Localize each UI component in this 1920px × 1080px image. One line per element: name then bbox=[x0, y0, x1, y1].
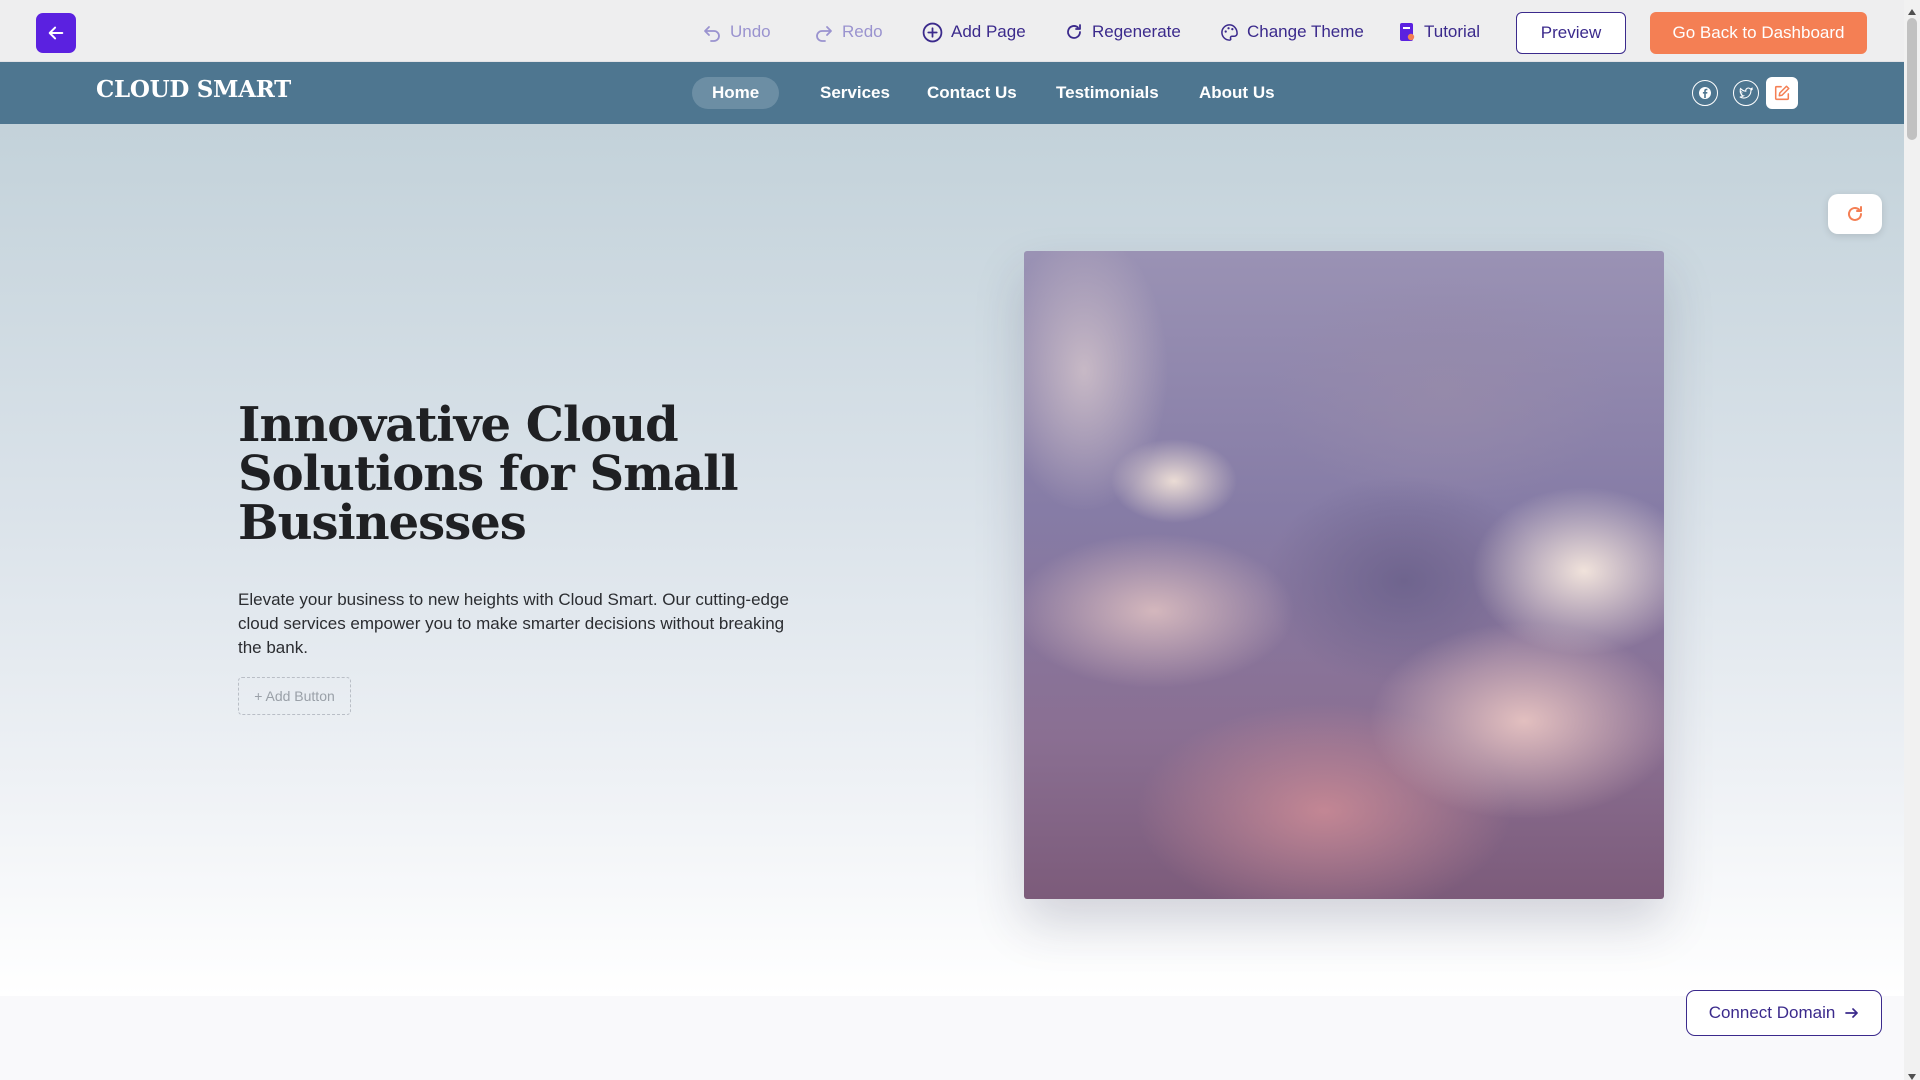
hero-image[interactable] bbox=[1024, 251, 1664, 899]
palette-icon bbox=[1221, 23, 1238, 41]
facebook-link[interactable] bbox=[1692, 80, 1718, 106]
site-logo[interactable]: CLOUD SMART bbox=[96, 76, 291, 103]
redo-label: Redo bbox=[842, 22, 883, 41]
nav-link-about-us[interactable]: About Us bbox=[1179, 77, 1295, 109]
change-theme-button[interactable]: Change Theme bbox=[1220, 19, 1364, 45]
scroll-up-arrow[interactable] bbox=[1907, 3, 1917, 15]
regenerate-button[interactable]: Regenerate bbox=[1064, 19, 1181, 45]
redo-icon bbox=[816, 26, 832, 42]
tutorial-label: Tutorial bbox=[1424, 22, 1481, 41]
hero-section: Innovative Cloud Solutions for Small Bus… bbox=[0, 124, 1904, 996]
add-page-button[interactable]: Add Page bbox=[922, 19, 1026, 45]
change-theme-label: Change Theme bbox=[1247, 22, 1364, 41]
page-scrollbar[interactable] bbox=[1904, 0, 1920, 1080]
back-button[interactable] bbox=[36, 13, 76, 53]
facebook-icon bbox=[1699, 87, 1711, 99]
refresh-icon bbox=[1067, 24, 1081, 39]
connect-domain-label: Connect Domain bbox=[1708, 1003, 1836, 1022]
hero-title[interactable]: Innovative Cloud Solutions for Small Bus… bbox=[238, 401, 758, 548]
regenerate-label: Regenerate bbox=[1092, 22, 1181, 41]
undo-label: Undo bbox=[730, 22, 771, 41]
editor-toolbar: Undo Redo Add Page Regenerate Change The… bbox=[0, 0, 1904, 62]
arrow-left-icon bbox=[48, 26, 64, 40]
twitter-icon bbox=[1739, 86, 1753, 99]
scroll-thumb[interactable] bbox=[1907, 18, 1917, 140]
site-navbar: CLOUD SMART Home Services Contact Us Tes… bbox=[0, 62, 1904, 124]
plus-circle-icon bbox=[922, 22, 943, 42]
book-icon bbox=[1400, 23, 1415, 41]
edit-navbar-button[interactable] bbox=[1766, 77, 1798, 109]
redo-button[interactable]: Redo bbox=[814, 19, 883, 45]
hero-description[interactable]: Elevate your business to new heights wit… bbox=[238, 588, 808, 660]
next-section bbox=[0, 996, 1904, 1080]
twitter-link[interactable] bbox=[1733, 80, 1759, 106]
arrow-right-icon bbox=[1845, 1008, 1859, 1018]
go-back-to-dashboard-button[interactable]: Go Back to Dashboard bbox=[1650, 12, 1867, 54]
preview-button[interactable]: Preview bbox=[1516, 12, 1626, 54]
scroll-down-arrow[interactable] bbox=[1907, 1068, 1917, 1080]
add-button[interactable]: + Add Button bbox=[238, 677, 351, 715]
add-page-label: Add Page bbox=[951, 22, 1026, 41]
edit-icon bbox=[1774, 85, 1790, 101]
undo-icon bbox=[704, 26, 720, 42]
undo-button[interactable]: Undo bbox=[702, 19, 771, 45]
connect-domain-button[interactable]: Connect Domain bbox=[1686, 990, 1882, 1036]
nav-link-testimonials[interactable]: Testimonials bbox=[1036, 77, 1179, 109]
refresh-icon bbox=[1848, 206, 1862, 221]
nav-link-services[interactable]: Services bbox=[800, 77, 910, 109]
nav-link-home[interactable]: Home bbox=[692, 77, 780, 109]
tutorial-button[interactable]: Tutorial bbox=[1398, 19, 1480, 45]
regenerate-section-button[interactable] bbox=[1828, 194, 1882, 234]
nav-link-contact-us[interactable]: Contact Us bbox=[907, 77, 1037, 109]
